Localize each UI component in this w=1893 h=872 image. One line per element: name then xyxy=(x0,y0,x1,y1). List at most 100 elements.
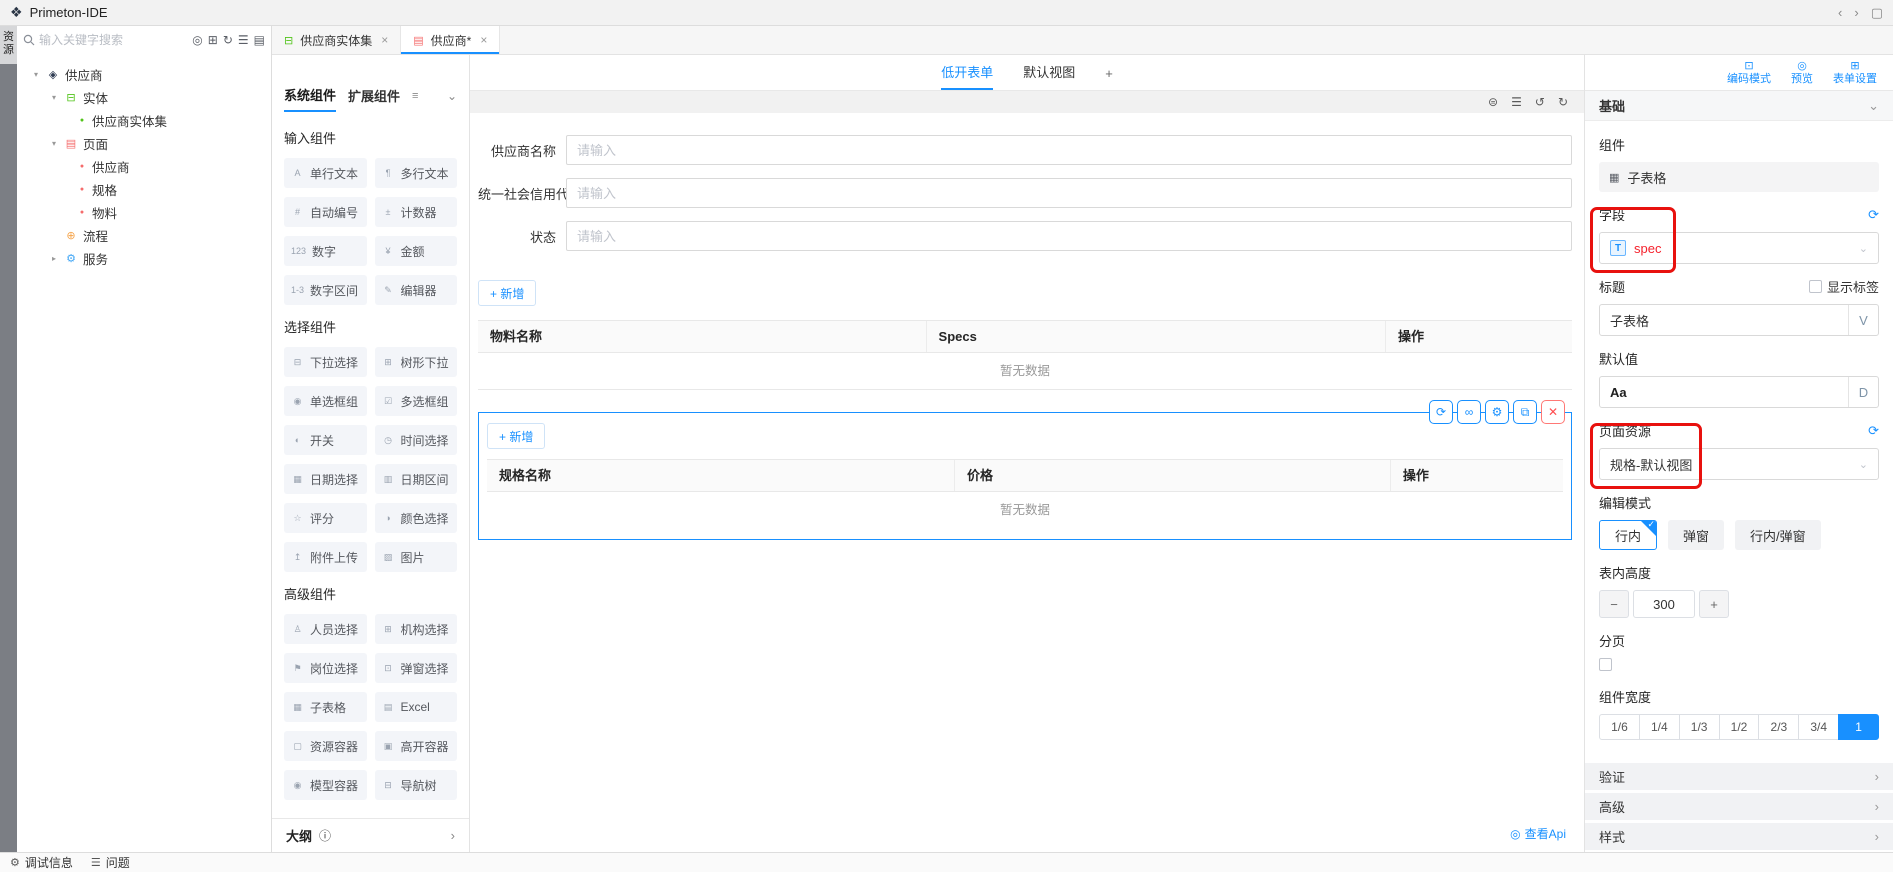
edit-mode-inline-popup[interactable]: 行内/弹窗 xyxy=(1735,520,1821,550)
component-amount[interactable]: ¥金额 xyxy=(375,236,458,266)
copy-icon[interactable]: ⧉ xyxy=(1513,400,1537,424)
code-mode-button[interactable]: ⊡ 编码模式 xyxy=(1727,60,1771,85)
supplier-name-input[interactable] xyxy=(566,135,1572,165)
tree-item-entity[interactable]: ▾ ⊟ 实体 xyxy=(17,86,271,109)
view-api-link[interactable]: ◎ 查看Api xyxy=(1510,825,1566,842)
editor-tab-supplier-entityset[interactable]: ⊟ 供应商实体集 × xyxy=(272,26,401,54)
width-option-3-4[interactable]: 3/4 xyxy=(1798,714,1839,740)
outline-toggle[interactable]: 大纲 ⓘ › xyxy=(272,818,469,852)
refresh-icon[interactable]: ⟳ xyxy=(1868,207,1879,223)
problems-button[interactable]: ☰ 问题 xyxy=(91,854,130,871)
tree-item-page-material[interactable]: ● 物料 xyxy=(17,201,271,224)
component-number[interactable]: 123数字 xyxy=(284,236,367,266)
caret-down-icon[interactable]: ▾ xyxy=(49,93,59,102)
component-editor[interactable]: ✎编辑器 xyxy=(375,275,458,305)
add-row-button[interactable]: + 新增 xyxy=(487,423,545,449)
delete-icon[interactable]: ✕ xyxy=(1541,400,1565,424)
component-hicode-container[interactable]: ▣高开容器 xyxy=(375,731,458,761)
locate-icon[interactable]: ▤ xyxy=(254,33,265,47)
tree-item-process[interactable]: ⊕ 流程 xyxy=(17,224,271,247)
section-validation[interactable]: 验证 › xyxy=(1585,763,1893,790)
sort-icon[interactable]: ☰ xyxy=(238,33,249,47)
component-multi-line-text[interactable]: ¶多行文本 xyxy=(375,158,458,188)
component-post-select[interactable]: ⚑岗位选择 xyxy=(284,653,367,683)
component-radio-group[interactable]: ◉单选框组 xyxy=(284,386,367,416)
preview-button[interactable]: ◎ 预览 xyxy=(1791,60,1813,85)
debug-info-button[interactable]: ⚙ 调试信息 xyxy=(10,854,73,871)
component-date-range[interactable]: ▥日期区间 xyxy=(375,464,458,494)
sync-icon[interactable]: ⟳ xyxy=(1429,400,1453,424)
component-tree-select[interactable]: ⊞树形下拉 xyxy=(375,347,458,377)
table-height-value[interactable]: 300 xyxy=(1633,590,1695,618)
component-switch[interactable]: ◐开关 xyxy=(284,425,367,455)
layout-toggle-icon[interactable]: ▢ xyxy=(1871,5,1883,21)
width-option-1-2[interactable]: 1/2 xyxy=(1719,714,1760,740)
view-tab-default-view[interactable]: 默认视图 xyxy=(1023,62,1075,90)
redo-icon[interactable]: ↻ xyxy=(1558,95,1568,109)
tab-system-components[interactable]: 系统组件 xyxy=(284,85,336,112)
add-row-button[interactable]: + 新增 xyxy=(478,280,536,306)
width-option-1-4[interactable]: 1/4 xyxy=(1639,714,1680,740)
grid-icon[interactable]: ⊜ xyxy=(1488,95,1498,109)
credit-code-input[interactable] xyxy=(566,178,1572,208)
ai-assistant-icon[interactable]: ◎ xyxy=(192,33,202,47)
panel-menu-icon[interactable]: ≡ xyxy=(412,90,418,108)
component-org-select[interactable]: ⊞机构选择 xyxy=(375,614,458,644)
chevron-right-icon[interactable]: › xyxy=(451,828,455,843)
chevron-down-icon[interactable]: ⌄ xyxy=(1868,98,1879,114)
new-model-icon[interactable]: ⊞ xyxy=(208,33,218,47)
link-icon[interactable]: ∞ xyxy=(1457,400,1481,424)
form-settings-button[interactable]: ⊞ 表单设置 xyxy=(1833,60,1877,85)
default-value-input[interactable]: Aa D xyxy=(1599,376,1879,408)
close-icon[interactable]: × xyxy=(480,33,487,47)
page-resource-select[interactable]: 规格-默认视图 ⌄ xyxy=(1599,448,1879,480)
field-select[interactable]: T spec ⌄ xyxy=(1599,232,1879,264)
component-popup-select[interactable]: ⊡弹窗选择 xyxy=(375,653,458,683)
caret-right-icon[interactable]: ▸ xyxy=(49,254,59,263)
component-number-range[interactable]: 1-3数字区间 xyxy=(284,275,367,305)
component-image[interactable]: ▨图片 xyxy=(375,542,458,572)
undo-icon[interactable]: ↺ xyxy=(1535,95,1545,109)
close-icon[interactable]: × xyxy=(381,33,388,47)
tab-extension-components[interactable]: 扩展组件 xyxy=(348,86,400,111)
decrement-button[interactable]: − xyxy=(1599,590,1629,618)
tree-item-page-supplier[interactable]: ● 供应商 xyxy=(17,155,271,178)
component-resource-container[interactable]: ▢资源容器 xyxy=(284,731,367,761)
tree-item-supplier-root[interactable]: ▾ ◈ 供应商 xyxy=(17,63,271,86)
width-option-1-6[interactable]: 1/6 xyxy=(1599,714,1640,740)
status-input[interactable] xyxy=(566,221,1572,251)
component-date-picker[interactable]: ▦日期选择 xyxy=(284,464,367,494)
nav-forward-icon[interactable]: › xyxy=(1854,5,1858,21)
width-option-1-3[interactable]: 1/3 xyxy=(1679,714,1720,740)
component-select[interactable]: ⊟下拉选择 xyxy=(284,347,367,377)
component-auto-number[interactable]: #自动编号 xyxy=(284,197,367,227)
component-color-picker[interactable]: ◑颜色选择 xyxy=(375,503,458,533)
tree-item-page-spec[interactable]: ● 规格 xyxy=(17,178,271,201)
width-option-2-3[interactable]: 2/3 xyxy=(1758,714,1799,740)
refresh-icon[interactable]: ↻ xyxy=(223,33,233,47)
section-advanced[interactable]: 高级 › xyxy=(1585,793,1893,820)
edit-mode-inline[interactable]: 行内 ✓ xyxy=(1599,520,1657,550)
chevron-down-icon[interactable]: ⌄ xyxy=(447,89,457,109)
section-style[interactable]: 样式 › xyxy=(1585,823,1893,850)
show-label-checkbox[interactable] xyxy=(1809,280,1822,293)
pagination-checkbox[interactable] xyxy=(1599,658,1612,671)
refresh-icon[interactable]: ⟳ xyxy=(1868,423,1879,439)
component-checkbox-group[interactable]: ☑多选框组 xyxy=(375,386,458,416)
component-excel[interactable]: ▤Excel xyxy=(375,692,458,722)
increment-button[interactable]: + xyxy=(1699,590,1729,618)
variable-toggle-button[interactable]: V xyxy=(1848,305,1878,335)
component-rate[interactable]: ☆评分 xyxy=(284,503,367,533)
tree-item-supplier-entityset[interactable]: ● 供应商实体集 xyxy=(17,109,271,132)
edit-mode-popup[interactable]: 弹窗 xyxy=(1668,520,1724,550)
tree-item-pages[interactable]: ▾ ▤ 页面 xyxy=(17,132,271,155)
component-user-select[interactable]: ♙人员选择 xyxy=(284,614,367,644)
nav-back-icon[interactable]: ‹ xyxy=(1838,5,1842,21)
component-nav-tree[interactable]: ⊟导航树 xyxy=(375,770,458,800)
tree-item-service[interactable]: ▸ ⚙ 服务 xyxy=(17,247,271,270)
activity-tab-resources[interactable]: 资源 xyxy=(0,26,17,64)
settings-gear-icon[interactable]: ⚙ xyxy=(1485,400,1509,424)
component-time-picker[interactable]: ◷时间选择 xyxy=(375,425,458,455)
add-view-button[interactable]: + xyxy=(1105,66,1113,90)
selected-sub-table-block[interactable]: ⟳ ∞ ⚙ ⧉ ✕ + 新增 规格名称 价格 操作 xyxy=(478,412,1572,540)
